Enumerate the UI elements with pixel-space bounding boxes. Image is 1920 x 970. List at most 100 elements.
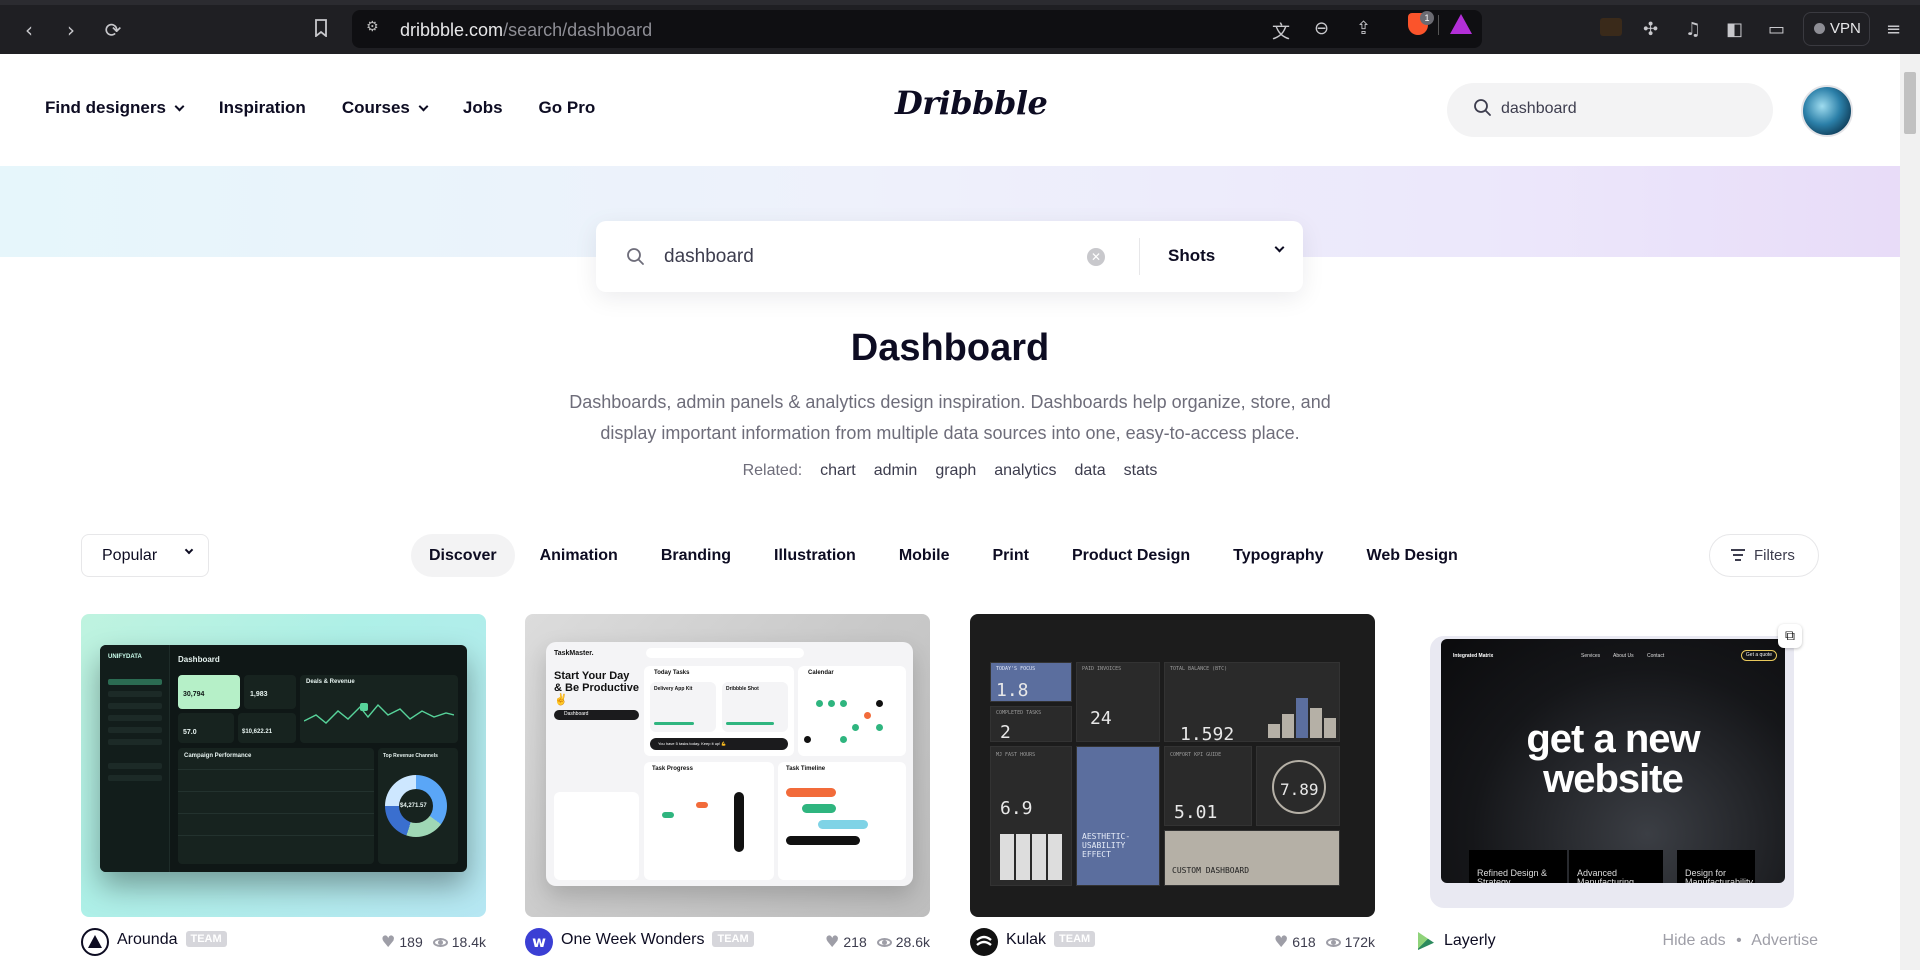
likes[interactable]: ♥ 618 (1274, 932, 1316, 951)
header-search-input[interactable]: dashboard (1447, 83, 1773, 137)
related-tag[interactable]: graph (935, 462, 976, 480)
author-name[interactable]: One Week Wonders TEAM (561, 931, 754, 949)
page-scrollbar[interactable] (1900, 54, 1920, 970)
toolbar-divider (1438, 15, 1439, 35)
zoom-icon[interactable]: ⊖ (1314, 18, 1329, 39)
tab-branding[interactable]: Branding (643, 534, 749, 577)
bookmark-icon[interactable] (308, 17, 334, 43)
url-text[interactable]: dribbble.com/search/dashboard (400, 20, 652, 41)
author-name[interactable]: Kulak TEAM (1006, 931, 1096, 949)
chevron-down-icon[interactable] (1274, 242, 1285, 253)
related-tag[interactable]: stats (1124, 462, 1158, 480)
preview-title: Start Your Day & Be Productive ✌ (554, 670, 639, 706)
search-type-select[interactable]: Shots (1168, 246, 1215, 266)
search-icon (627, 248, 644, 265)
tab-discover[interactable]: Discover (411, 534, 515, 577)
author-avatar[interactable] (970, 928, 998, 956)
tab-web-design[interactable]: Web Design (1349, 534, 1476, 577)
preview-value: $10,622.21 (242, 729, 273, 735)
nav-go-pro[interactable]: Go Pro (539, 98, 596, 118)
translate-icon[interactable]: 文 (1272, 18, 1290, 44)
hide-ads-link[interactable]: Hide ads (1663, 932, 1726, 949)
related-tag[interactable]: admin (874, 462, 918, 480)
external-link-icon[interactable]: ⧉ (1778, 624, 1802, 648)
author-avatar[interactable]: w (525, 928, 553, 956)
sidebar-icon[interactable]: ◧ (1726, 19, 1743, 40)
views-count: 172k (1344, 933, 1375, 950)
back-icon[interactable]: ‹ (16, 17, 42, 43)
main-search-input[interactable]: dashboard (664, 246, 754, 268)
scrollbar-thumb[interactable] (1904, 72, 1916, 134)
shot-thumbnail[interactable]: UNIFYDATA Dashboard 30,794 1,983 57.0 $1… (81, 614, 486, 917)
ad-headline-line: get a new (1526, 717, 1700, 761)
vpn-button[interactable]: VPN (1803, 12, 1870, 46)
url-path: /search/dashboard (503, 20, 653, 40)
nav-inspiration[interactable]: Inspiration (219, 98, 306, 118)
preview-title: Dashboard (178, 655, 220, 664)
advertise-link[interactable]: Advertise (1751, 932, 1818, 949)
extension-icon[interactable] (1600, 18, 1622, 36)
tab-product-design[interactable]: Product Design (1054, 534, 1208, 577)
preview-label: Today Tasks (654, 670, 690, 676)
forward-icon[interactable]: › (58, 17, 84, 43)
likes[interactable]: ♥ 189 (381, 932, 423, 951)
ad-headline-line: website (1543, 757, 1684, 801)
layerly-logo[interactable] (1418, 932, 1434, 950)
share-icon[interactable]: ⇪ (1356, 18, 1371, 39)
user-avatar[interactable] (1801, 85, 1853, 137)
nav-courses[interactable]: Courses (342, 98, 429, 118)
likes[interactable]: ♥ 218 (825, 932, 867, 951)
tab-typography[interactable]: Typography (1215, 534, 1341, 577)
brave-rewards-icon[interactable] (1450, 14, 1472, 34)
eye-icon (432, 937, 448, 947)
preview-label: MJ FAST HOURS (996, 752, 1036, 758)
clear-search-icon[interactable]: ✕ (1087, 248, 1105, 266)
tab-illustration[interactable]: Illustration (756, 534, 874, 577)
preview-value: 2 (1000, 722, 1011, 743)
shot-thumbnail[interactable]: TODAY'S FOCUS 1.8 PAID INVOICES 24 TOTAL… (970, 614, 1375, 917)
nav-find-designers[interactable]: Find designers (45, 98, 185, 118)
filter-icon (1731, 549, 1745, 564)
reload-icon[interactable]: ⟳ (100, 17, 126, 43)
nav-label: Jobs (462, 98, 503, 117)
related-tag[interactable]: chart (820, 462, 856, 480)
author-name[interactable]: Arounda TEAM (117, 931, 227, 949)
ad-thumbnail[interactable]: Integrated Matrix Services About Us Cont… (1430, 614, 1802, 917)
preview-label: COMPLETED TASKS (996, 710, 1042, 716)
advertiser-name[interactable]: Layerly (1444, 932, 1496, 950)
main-search-box[interactable]: dashboard ✕ Shots (596, 221, 1303, 292)
author-avatar[interactable] (81, 928, 109, 956)
sort-label: Popular (102, 547, 158, 564)
preview-label: Task Timeline (786, 766, 826, 772)
nav-label: Find designers (45, 98, 166, 117)
dribbble-logo[interactable]: Dribbble (895, 84, 1048, 122)
media-music-icon[interactable]: ♫ (1685, 19, 1701, 40)
preview-note: You have 5 tasks today. Keep it up! 💪 (658, 741, 727, 746)
related-tags: Related: chart admin graph analytics dat… (0, 462, 1900, 480)
preview-label: TODAY'S FOCUS (996, 666, 1036, 672)
site-settings-icon[interactable]: ⚙ (366, 19, 379, 35)
search-icon (1474, 99, 1491, 116)
address-bar[interactable]: ⚙ dribbble.com/search/dashboard 文 ⊖ ⇪ (352, 10, 1482, 48)
category-tabs: Discover Animation Branding Illustration… (411, 534, 1476, 577)
shot-stats: ♥ 618 172k (1274, 932, 1375, 951)
nav-jobs[interactable]: Jobs (463, 98, 503, 118)
related-tag[interactable]: data (1074, 462, 1105, 480)
related-tag[interactable]: analytics (994, 462, 1056, 480)
preview-label: Campaign Performance (184, 753, 252, 759)
nav-label: Inspiration (218, 98, 306, 117)
heart-icon: ♥ (825, 932, 840, 951)
preview-value: 1.8 (996, 680, 1029, 701)
menu-icon[interactable]: ≡ (1886, 19, 1901, 40)
tab-mobile[interactable]: Mobile (881, 534, 968, 577)
tab-print[interactable]: Print (974, 534, 1046, 577)
team-badge: TEAM (185, 931, 227, 947)
wallet-icon[interactable]: ▭ (1768, 19, 1785, 40)
filters-button[interactable]: Filters (1709, 534, 1819, 577)
extensions-puzzle-icon[interactable]: ✣ (1643, 19, 1658, 40)
tab-animation[interactable]: Animation (522, 534, 636, 577)
shot-thumbnail[interactable]: TaskMaster. Start Your Day & Be Producti… (525, 614, 930, 917)
ad-card: Refined Design & Strategy (1469, 850, 1567, 883)
preview-value: 5.01 (1174, 802, 1218, 823)
sort-dropdown[interactable]: Popular (81, 534, 209, 577)
